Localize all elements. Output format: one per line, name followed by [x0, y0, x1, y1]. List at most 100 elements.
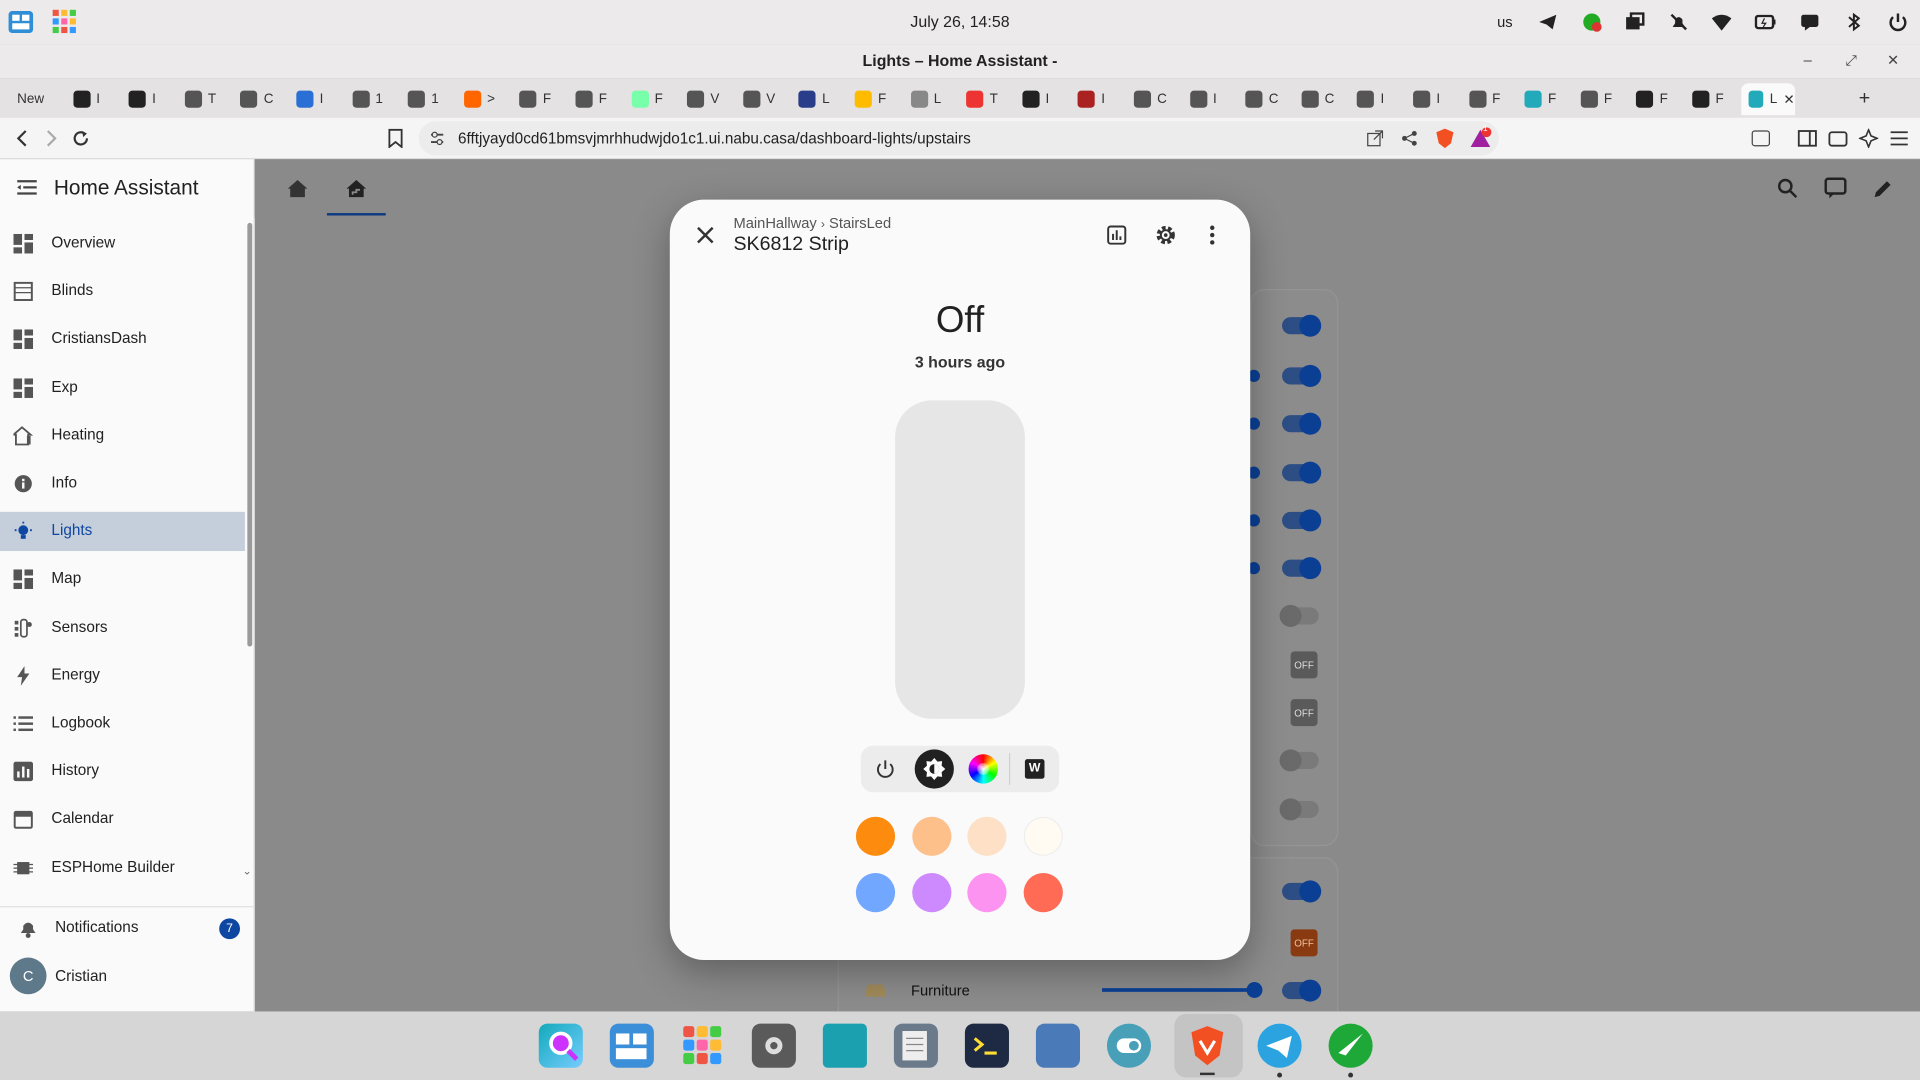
sidebar-item-energy[interactable]: Energy [0, 656, 245, 695]
sidebar-item-sensors[interactable]: Sensors [0, 608, 245, 647]
browser-tab[interactable]: I [1406, 86, 1460, 113]
background-off-button[interactable]: OFF [1290, 651, 1318, 679]
share-icon[interactable] [1401, 130, 1418, 147]
reload-icon[interactable] [71, 129, 91, 149]
brightness-mode-button[interactable] [914, 749, 954, 789]
maximize-button[interactable]: ⤢ [1845, 51, 1857, 69]
sidebar-item-logbook[interactable]: Logbook [0, 704, 245, 743]
terminal-app-icon[interactable] [964, 1023, 1009, 1068]
files-app-icon[interactable] [822, 1023, 867, 1068]
chat-tray-icon[interactable] [1798, 10, 1822, 34]
sidebar-item-info[interactable]: Info [0, 464, 245, 503]
sidebar-item-calendar[interactable]: Calendar [0, 800, 245, 839]
browser-tab[interactable]: C [1127, 86, 1181, 113]
background-toggle[interactable] [1282, 557, 1322, 580]
browser-tab[interactable]: I [1350, 86, 1404, 113]
assist-icon[interactable] [1824, 177, 1847, 200]
app-tray-icon[interactable] [1580, 10, 1604, 34]
brightness-slider[interactable] [895, 400, 1025, 719]
forward-icon[interactable] [42, 129, 62, 149]
browser-tab[interactable]: C [233, 86, 287, 113]
browser-tab[interactable]: F [568, 86, 622, 113]
browser-tab[interactable]: T [177, 86, 231, 113]
store-app-icon[interactable] [1035, 1023, 1080, 1068]
windows-tray-icon[interactable] [1622, 10, 1646, 34]
background-toggle[interactable] [1282, 461, 1322, 484]
view-home-icon[interactable] [287, 179, 309, 199]
sidebar-item-history[interactable]: History [0, 752, 245, 791]
background-toggle[interactable] [1282, 880, 1322, 903]
browser-tab[interactable]: I [1071, 86, 1125, 113]
color-swatch[interactable] [855, 816, 896, 856]
settings-gear-icon[interactable] [1155, 224, 1177, 246]
background-toggle[interactable] [1282, 364, 1322, 387]
text-editor-app-icon[interactable] [893, 1023, 938, 1068]
background-toggle[interactable] [1282, 412, 1322, 435]
browser-tab[interactable]: F [1573, 86, 1627, 113]
keyboard-layout[interactable]: us [1491, 10, 1518, 34]
workspaces-app-icon[interactable] [609, 1023, 654, 1068]
address-bar[interactable]: 6fftjyayd0cd61bmsvjmrhhudwjdo1c1.ui.nabu… [418, 121, 1499, 156]
sidebar-item-map[interactable]: Map [0, 560, 245, 599]
color-swatch[interactable] [855, 873, 896, 913]
wifi-icon[interactable] [1709, 10, 1733, 34]
breadcrumb-area[interactable]: MainHallway [733, 214, 816, 231]
reader-mode-icon[interactable] [1751, 130, 1771, 147]
browser-tab[interactable]: > [456, 86, 510, 113]
browser-tab[interactable]: T [959, 86, 1013, 113]
sidebar-item-profile[interactable]: C Cristian [0, 955, 245, 999]
search-icon[interactable] [1777, 178, 1799, 200]
brave-rewards-icon[interactable]: 1 [1469, 125, 1492, 149]
browser-tab[interactable]: L [903, 86, 957, 113]
background-toggle[interactable] [1279, 749, 1319, 772]
browser-tab[interactable]: L [791, 86, 845, 113]
sidebar-item-notifications[interactable]: Notifications 7 [0, 909, 245, 948]
color-swatch[interactable] [911, 816, 952, 856]
edit-dashboard-icon[interactable] [1872, 178, 1894, 200]
sidebar-scroll-down-icon[interactable]: ⌄ [242, 864, 251, 877]
browser-tab[interactable]: F [624, 86, 678, 113]
sidebar-item-overview[interactable]: Overview [0, 224, 245, 263]
background-toggle[interactable] [1279, 604, 1319, 627]
history-chart-icon[interactable] [1107, 225, 1127, 245]
browser-tab[interactable]: I [1182, 86, 1236, 113]
color-swatch[interactable] [911, 873, 952, 913]
browser-tab[interactable]: 1 [345, 86, 399, 113]
furniture-slider-thumb[interactable] [1246, 982, 1263, 998]
background-off-button[interactable]: OFF [1290, 929, 1318, 957]
mute-notifications-icon[interactable] [1667, 10, 1691, 34]
brave-browser-icon[interactable] [1185, 1024, 1229, 1068]
background-toggle[interactable] [1282, 979, 1322, 1002]
browser-tab[interactable]: V [680, 86, 734, 113]
browser-tab[interactable]: I [1015, 86, 1069, 113]
view-upstairs-icon[interactable] [345, 179, 367, 199]
browser-tab[interactable]: I [121, 86, 175, 113]
background-toggle[interactable] [1282, 509, 1322, 532]
browser-tab[interactable]: F [1685, 86, 1739, 113]
wallet-icon[interactable] [1828, 130, 1848, 147]
minimize-button[interactable]: – [1804, 51, 1812, 68]
browser-tab[interactable]: F [512, 86, 566, 113]
back-icon[interactable] [12, 129, 32, 149]
green-app-icon[interactable] [1328, 1023, 1373, 1068]
sidebar-item-heating[interactable]: Heating [0, 416, 245, 455]
menu-icon[interactable] [1889, 130, 1909, 147]
menu-collapse-icon[interactable] [17, 179, 39, 196]
color-swatch[interactable] [1023, 873, 1063, 913]
close-window-button[interactable]: ✕ [1887, 51, 1899, 68]
toggle-app-icon[interactable] [1106, 1023, 1152, 1068]
browser-tab[interactable]: F [1629, 86, 1683, 113]
leo-ai-icon[interactable] [1858, 128, 1879, 149]
color-swatch[interactable] [1023, 816, 1063, 856]
color-wheel-button[interactable] [964, 749, 1003, 788]
battery-icon[interactable] [1753, 10, 1777, 34]
color-swatch[interactable] [967, 873, 1008, 913]
browser-tab[interactable]: F [847, 86, 901, 113]
breadcrumb-device[interactable]: StairsLed [829, 214, 891, 231]
close-icon[interactable] [697, 226, 714, 244]
sidebar-item-esphome-builder[interactable]: ESPHome Builder [0, 848, 245, 887]
background-toggle[interactable] [1282, 314, 1322, 337]
browser-tab[interactable]: New [10, 86, 64, 113]
more-options-icon[interactable] [1210, 225, 1215, 245]
close-tab-icon[interactable]: ✕ [1783, 91, 1794, 107]
